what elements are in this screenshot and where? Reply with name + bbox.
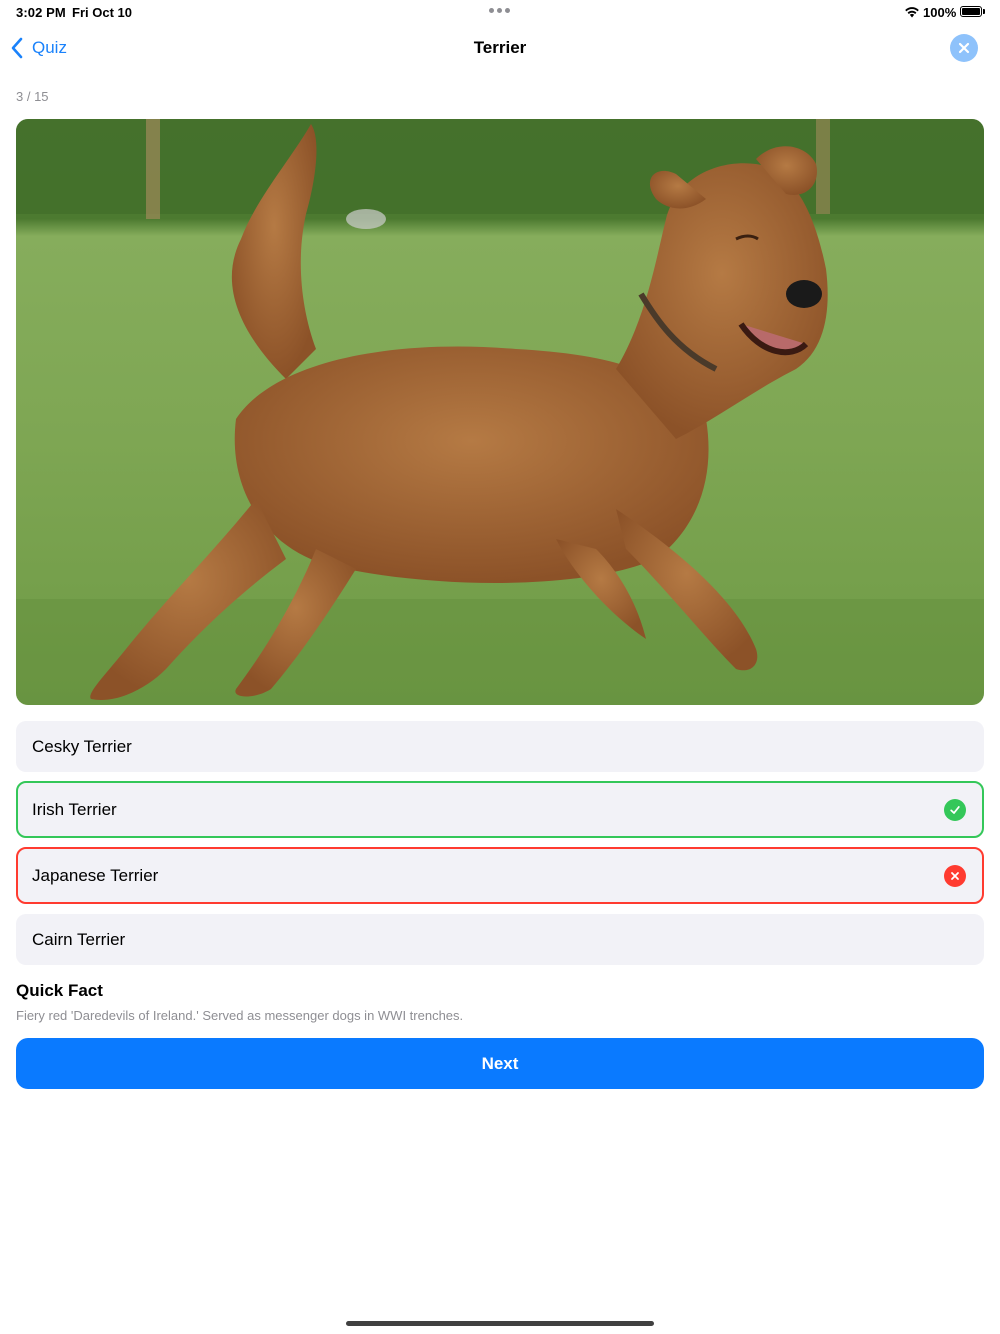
answer-option-japanese-terrier[interactable]: Japanese Terrier xyxy=(16,847,984,904)
status-date: Fri Oct 10 xyxy=(72,5,132,20)
next-button[interactable]: Next xyxy=(16,1038,984,1089)
dog-photo xyxy=(16,119,984,705)
answer-option-cesky-terrier[interactable]: Cesky Terrier xyxy=(16,721,984,772)
multitasking-dots-icon[interactable] xyxy=(489,8,510,13)
close-icon xyxy=(958,42,970,54)
checkmark-circle-icon xyxy=(944,798,966,821)
status-time: 3:02 PM xyxy=(16,5,66,20)
battery-icon xyxy=(960,6,982,17)
battery-cap xyxy=(983,9,985,14)
home-indicator[interactable] xyxy=(346,1321,654,1326)
answer-label: Irish Terrier xyxy=(32,799,117,819)
question-progress: 3 / 15 xyxy=(16,89,49,104)
page-title: Terrier xyxy=(473,38,527,57)
close-button[interactable] xyxy=(950,34,978,62)
quick-fact-text: Fiery red 'Daredevils of Ireland.' Serve… xyxy=(16,1008,464,1023)
battery-percent: 100% xyxy=(923,5,957,20)
answer-option-irish-terrier[interactable]: Irish Terrier xyxy=(16,781,984,838)
answer-label: Cesky Terrier xyxy=(32,736,132,756)
answer-option-cairn-terrier[interactable]: Cairn Terrier xyxy=(16,914,984,965)
wifi-icon xyxy=(905,7,919,18)
x-circle-icon xyxy=(944,864,966,887)
answer-label: Japanese Terrier xyxy=(32,865,159,885)
quiz-screen: 3:02 PM Fri Oct 10 100% Quiz Terrier 3 /… xyxy=(0,0,1000,1334)
answer-label: Cairn Terrier xyxy=(32,929,126,949)
status-bar: 3:02 PM Fri Oct 10 100% xyxy=(0,0,1000,24)
quick-fact-title: Quick Fact xyxy=(16,981,103,1000)
